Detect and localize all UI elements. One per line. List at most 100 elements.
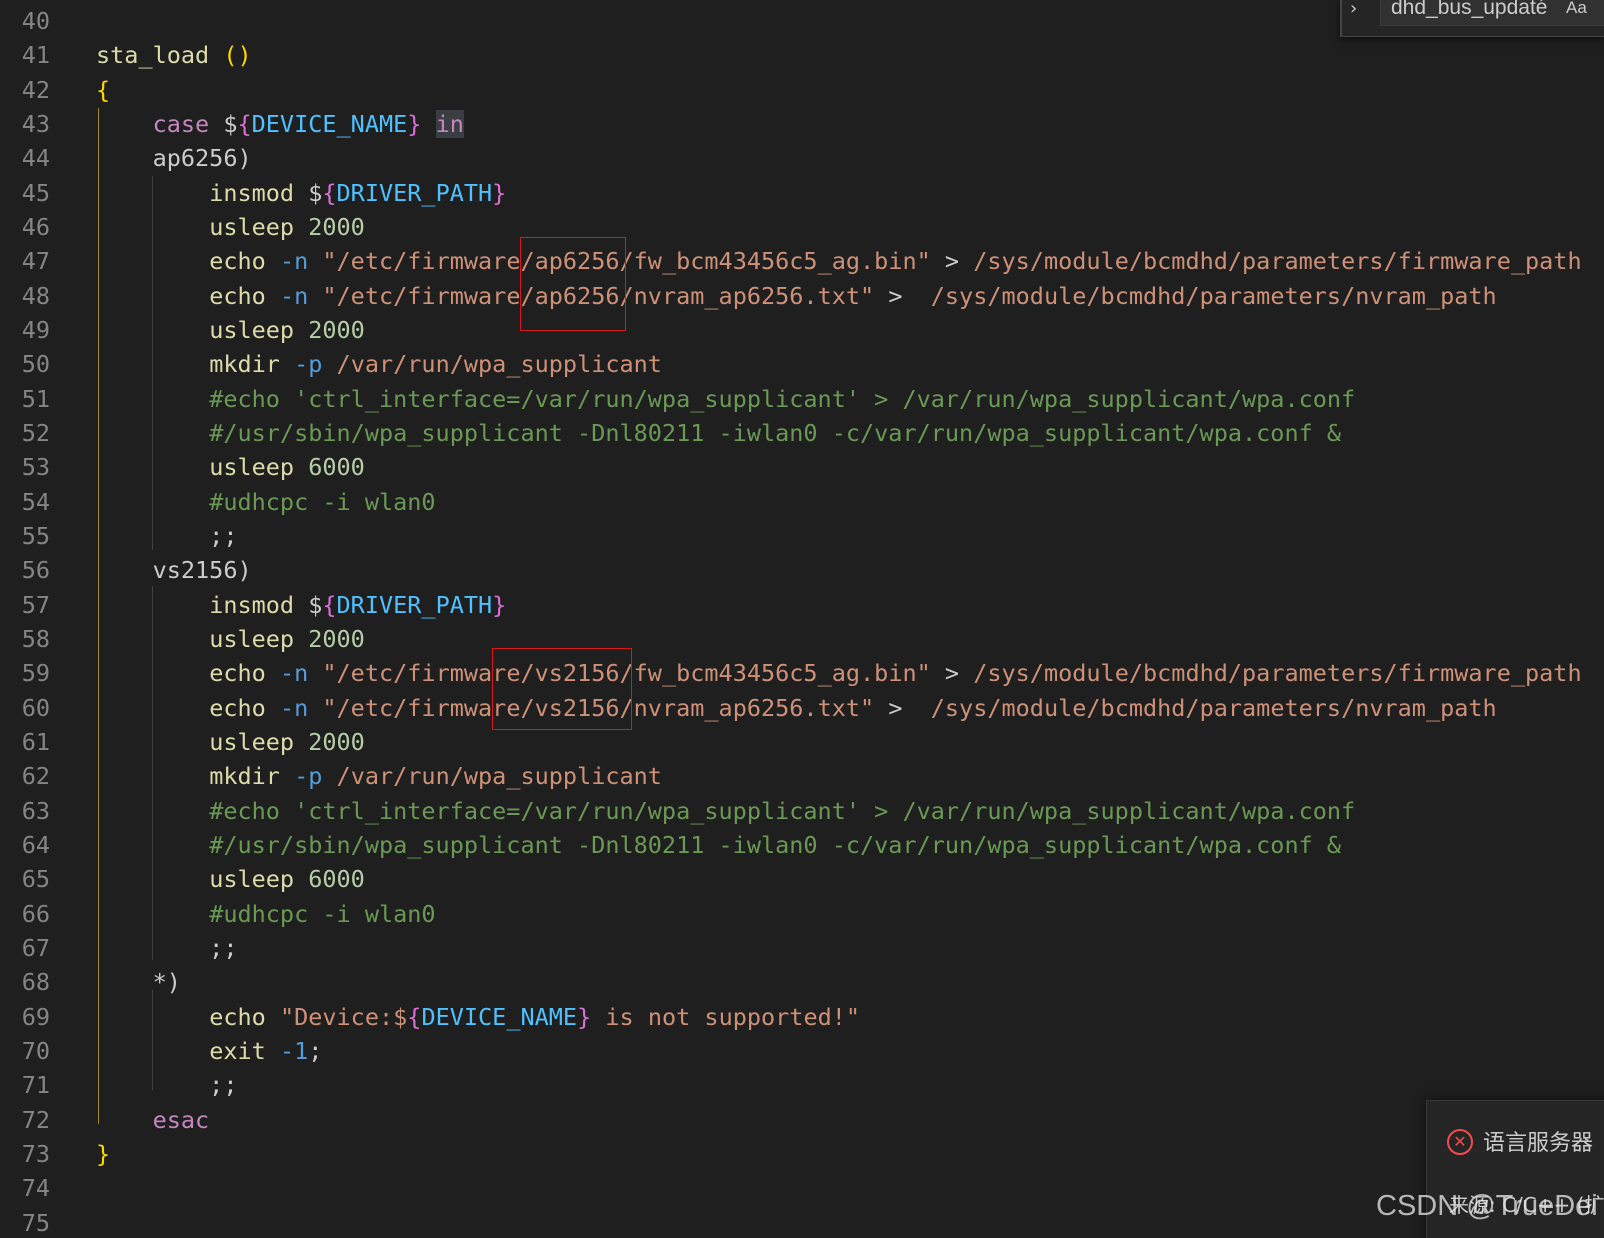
line-number: 73	[21, 1139, 50, 1168]
code-token: is not supported!"	[591, 1002, 861, 1031]
code-token: 2000	[308, 727, 365, 756]
code-token: *)	[96, 968, 181, 997]
match-case-button[interactable]: Aa	[1562, 0, 1591, 18]
code-token: -1	[279, 1036, 309, 1065]
code-token: DEVICE_NAME	[421, 1002, 578, 1031]
code-token: DEVICE_NAME	[251, 109, 408, 138]
code-token: DRIVER_PATH	[336, 590, 493, 619]
line-number: 54	[21, 487, 50, 516]
code-token: ;;	[96, 1071, 238, 1100]
code-text: {	[96, 73, 110, 107]
code-text: echo -n "/etc/firmware/vs2156/fw_bcm4345…	[96, 656, 1581, 690]
code-token: echo	[209, 1002, 266, 1031]
code-text: #udhcpc -i wlan0	[96, 485, 436, 519]
line-number: 57	[21, 590, 50, 619]
code-token: #udhcpc -i wlan0	[209, 899, 436, 928]
line-number: 58	[21, 624, 50, 653]
code-text: echo -n "/etc/firmware/ap6256/fw_bcm4345…	[96, 244, 1582, 278]
code-token: "/etc/firmware/ap6256/fw_bcm43456c5_ag.b…	[322, 247, 931, 276]
code-token: {	[237, 109, 252, 138]
code-token: #echo 'ctrl_interface=/var/run/wpa_suppl…	[209, 796, 1356, 825]
find-query: dhd_bus_updaté	[1391, 0, 1548, 19]
indent-guide-function-body	[98, 108, 99, 1124]
code-text: insmod ${DRIVER_PATH}	[96, 176, 506, 210]
line-number: 50	[21, 350, 50, 379]
code-token: echo	[209, 693, 266, 722]
line-number: 70	[21, 1036, 50, 1065]
code-text: insmod ${DRIVER_PATH}	[96, 588, 506, 622]
code-token: exit	[209, 1036, 266, 1065]
code-token: mkdir	[209, 350, 280, 379]
code-token: -p	[294, 762, 323, 791]
code-token: /sys/module/bcmdhd/parameters/firmware_p…	[973, 247, 1582, 276]
line-number: 41	[21, 41, 50, 70]
code-token: usleep	[209, 453, 295, 482]
code-token: usleep	[209, 727, 295, 756]
code-text: echo -n "/etc/firmware/vs2156/nvram_ap62…	[96, 691, 1497, 725]
code-token: /var/run/wpa_supplicant	[336, 350, 662, 379]
line-number: 68	[21, 968, 50, 997]
code-token: ;;	[96, 521, 238, 550]
code-token: echo	[209, 281, 266, 310]
line-number: 71	[21, 1071, 50, 1100]
line-number: 52	[21, 418, 50, 447]
line-number: 67	[21, 933, 50, 962]
code-editor[interactable]: 40 41 sta_load () 42{43 case ${DEVICE_NAME}…	[0, 0, 1604, 1238]
line-number: 74	[21, 1174, 50, 1203]
line-number: 44	[21, 144, 50, 173]
line-number: 64	[21, 830, 50, 859]
line-number: 40	[21, 7, 50, 35]
line-number: 43	[21, 109, 50, 138]
code-text: sta_load ()	[96, 38, 252, 72]
code-token: {	[322, 178, 337, 207]
find-widget: › dhd_bus_updaté Aa	[1340, 0, 1604, 37]
code-token: 6000	[308, 453, 365, 482]
code-text: usleep 2000	[96, 622, 365, 656]
code-token: usleep	[209, 315, 295, 344]
code-token: mkdir	[209, 762, 280, 791]
code-token: >	[930, 247, 974, 276]
code-token: }	[96, 1139, 111, 1168]
highlight-box-vs2156-path	[492, 648, 632, 730]
code-text: usleep 2000	[96, 725, 365, 759]
code-text: exit -1;	[96, 1034, 322, 1068]
code-text: vs2156)	[96, 553, 252, 587]
code-text: echo "Device:${DEVICE_NAME} is not suppo…	[96, 1000, 860, 1034]
line-number: 49	[21, 315, 50, 344]
code-token: ;;	[96, 933, 238, 962]
code-token: "Device:$	[279, 1002, 408, 1031]
code-token: 2000	[308, 315, 365, 344]
code-token: insmod	[209, 590, 295, 619]
line-number: 46	[21, 212, 50, 241]
chevron-right-icon[interactable]: ›	[1350, 0, 1370, 20]
code-token: >	[874, 693, 931, 722]
line-number: 75	[21, 1208, 50, 1237]
line-number: 63	[21, 796, 50, 825]
line-number: 60	[21, 693, 50, 722]
code-text: case ${DEVICE_NAME} in	[96, 107, 464, 141]
line-number: 69	[21, 1002, 50, 1031]
code-token: #udhcpc -i wlan0	[209, 487, 436, 516]
code-text: #echo 'ctrl_interface=/var/run/wpa_suppl…	[96, 382, 1355, 416]
code-token: 2000	[308, 624, 365, 653]
code-text: }	[96, 1137, 110, 1171]
highlight-box-ap6256-path	[520, 237, 626, 331]
code-token: >	[874, 281, 931, 310]
code-token: $	[294, 590, 323, 619]
code-token: }	[492, 178, 507, 207]
code-token: 6000	[308, 865, 365, 894]
